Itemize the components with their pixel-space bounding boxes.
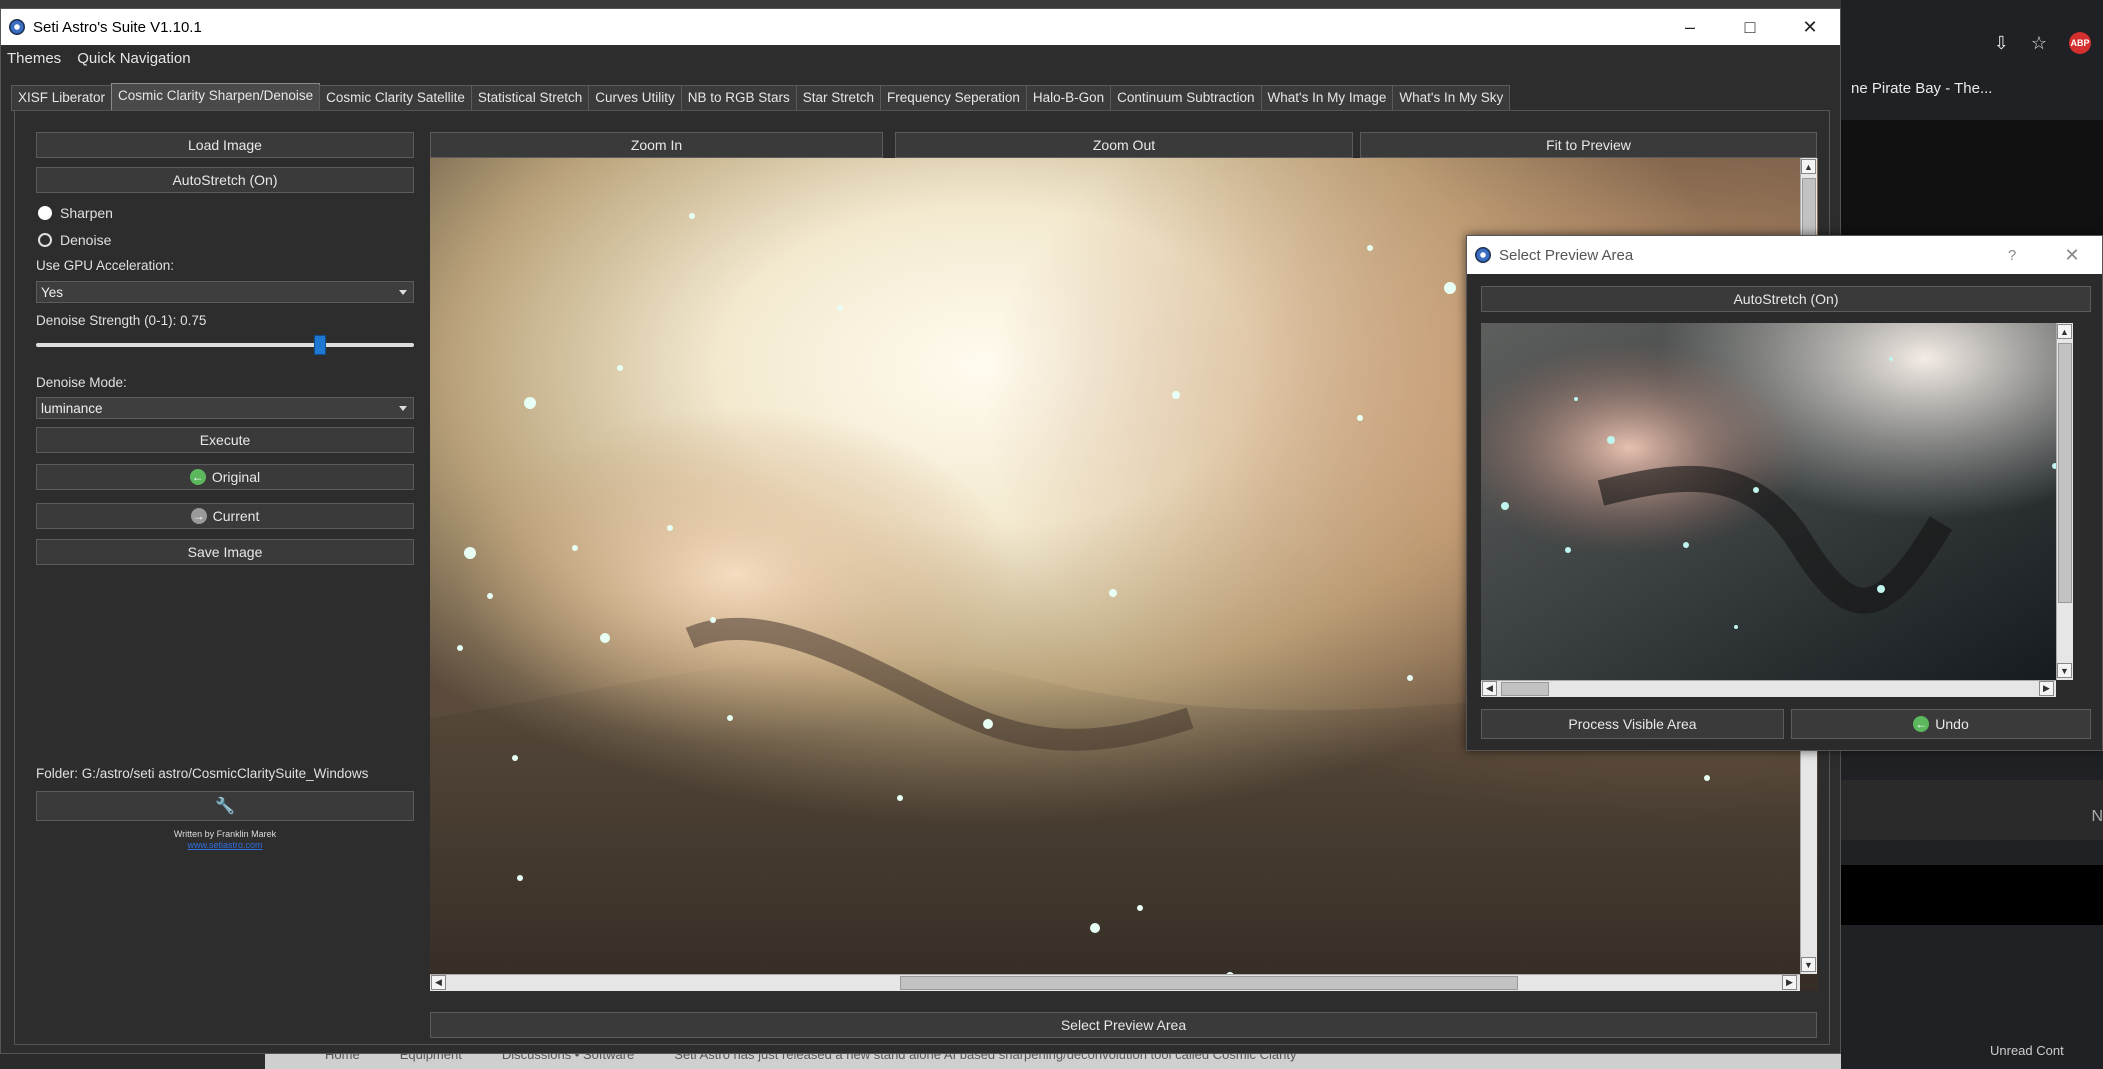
tab-cosmic-clarity-sharpen-denoise[interactable]: Cosmic Clarity Sharpen/Denoise — [111, 83, 321, 111]
bookmark-star-icon[interactable]: ☆ — [2031, 33, 2047, 54]
dialog-preview-view[interactable]: ▲ ▼ — [1481, 323, 2073, 680]
scroll-down-icon[interactable]: ▼ — [2057, 663, 2072, 678]
tab-continuum-subtraction[interactable]: Continuum Subtraction — [1110, 85, 1262, 111]
menu-quick-navigation[interactable]: Quick Navigation — [77, 50, 190, 67]
undo-label: Undo — [1935, 716, 1969, 732]
load-image-button[interactable]: Load Image — [36, 132, 414, 158]
tab-cosmic-clarity-satellite[interactable]: Cosmic Clarity Satellite — [319, 85, 472, 111]
adblock-icon[interactable]: ABP — [2069, 32, 2091, 54]
arrow-left-icon: ← — [189, 469, 206, 485]
chevron-down-icon — [399, 289, 407, 295]
original-button[interactable]: ← Original — [36, 464, 414, 490]
autostretch-button[interactable]: AutoStretch (On) — [36, 167, 414, 193]
scroll-left-icon[interactable]: ◀ — [431, 975, 446, 990]
tab-curves-utility[interactable]: Curves Utility — [588, 85, 682, 111]
browser-tab-title[interactable]: ne Pirate Bay - The... — [1851, 80, 1992, 97]
title-bar[interactable]: Seti Astro's Suite V1.10.1 – □ ✕ — [1, 9, 1840, 45]
tab-statistical-stretch[interactable]: Statistical Stretch — [470, 85, 590, 111]
scroll-left-icon[interactable]: ◀ — [1482, 681, 1497, 696]
help-icon[interactable]: ? — [1982, 247, 2042, 264]
browser-toolbar-icons: ⇩ ☆ ABP — [1994, 32, 2091, 54]
menu-bar: Themes Quick Navigation — [1, 45, 1840, 71]
browser-page-panel — [1841, 865, 2103, 925]
tab-whats-in-my-sky[interactable]: What's In My Sky — [1392, 85, 1511, 111]
current-button[interactable]: → Current — [36, 503, 414, 529]
wrench-button[interactable]: 🔧 — [36, 791, 414, 821]
folder-path: Folder: G:/astro/seti astro/CosmicClarit… — [36, 766, 369, 781]
chevron-down-icon — [399, 405, 407, 411]
scroll-thumb[interactable] — [2058, 343, 2072, 603]
tab-halo-b-gon[interactable]: Halo-B-Gon — [1025, 85, 1112, 111]
sharpen-radio[interactable]: Sharpen — [38, 205, 113, 221]
tab-frequency-seperation[interactable]: Frequency Seperation — [880, 85, 1027, 111]
execute-button[interactable]: Execute — [36, 427, 414, 453]
denoise-mode-select[interactable]: luminance — [36, 397, 414, 419]
dialog-horizontal-scrollbar[interactable]: ◀ ▶ — [1481, 680, 2056, 697]
close-icon[interactable]: ✕ — [1780, 17, 1840, 38]
wrench-icon: 🔧 — [215, 798, 235, 815]
dialog-autostretch-button[interactable]: AutoStretch (On) — [1481, 286, 2091, 312]
scroll-right-icon[interactable]: ▶ — [2039, 681, 2054, 696]
nebula-preview-image — [1481, 323, 2073, 680]
menu-themes[interactable]: Themes — [7, 50, 61, 67]
gpu-select[interactable]: Yes — [36, 281, 414, 303]
scroll-right-icon[interactable]: ▶ — [1782, 975, 1797, 990]
tab-bar: XISF Liberator Cosmic Clarity Sharpen/De… — [11, 83, 1511, 111]
radio-unchecked-icon — [38, 233, 52, 247]
denoise-strength-slider[interactable] — [36, 343, 414, 347]
background-browser-bar — [0, 0, 2103, 8]
unread-content-link[interactable]: Unread Cont — [1990, 1043, 2064, 1058]
denoise-mode-label: Denoise Mode: — [36, 375, 127, 390]
scroll-down-icon[interactable]: ▼ — [1801, 957, 1816, 972]
website-link-wrap: www.setiastro.com — [36, 840, 414, 850]
radio-checked-icon — [38, 206, 52, 220]
tab-xisf-liberator[interactable]: XISF Liberator — [11, 85, 113, 111]
dialog-title: Select Preview Area — [1499, 246, 1634, 264]
tab-nb-to-rgb-stars[interactable]: NB to RGB Stars — [680, 85, 797, 111]
select-preview-dialog: Select Preview Area ? ✕ AutoStretch (On) — [1466, 235, 2103, 751]
arrow-right-icon: → — [190, 508, 207, 524]
zoom-out-button[interactable]: Zoom Out — [895, 132, 1353, 158]
horizontal-scrollbar[interactable]: ◀ ▶ — [430, 974, 1800, 991]
scroll-up-icon[interactable]: ▲ — [2057, 324, 2072, 339]
scroll-up-icon[interactable]: ▲ — [1801, 159, 1816, 174]
slider-handle[interactable] — [313, 335, 326, 355]
scroll-thumb[interactable] — [1501, 682, 1549, 696]
tab-star-stretch[interactable]: Star Stretch — [795, 85, 882, 111]
close-icon[interactable]: ✕ — [2042, 245, 2102, 266]
original-label: Original — [211, 469, 261, 485]
denoise-radio[interactable]: Denoise — [38, 232, 111, 248]
app-logo-icon — [1475, 247, 1491, 263]
minimize-icon[interactable]: – — [1660, 17, 1720, 38]
undo-button[interactable]: ← Undo — [1791, 709, 2091, 739]
denoise-label: Denoise — [60, 232, 112, 248]
denoise-mode-value: luminance — [41, 400, 103, 416]
dialog-vertical-scrollbar[interactable]: ▲ ▼ — [2056, 323, 2073, 680]
current-label: Current — [212, 508, 260, 524]
gpu-label: Use GPU Acceleration: — [36, 258, 175, 273]
arrow-left-icon: ← — [1913, 716, 1930, 732]
app-logo-icon — [9, 19, 25, 35]
fit-to-preview-button[interactable]: Fit to Preview — [1360, 132, 1817, 158]
browser-page-panel — [1841, 780, 2103, 840]
zoom-in-button[interactable]: Zoom In — [430, 132, 883, 158]
select-preview-area-button[interactable]: Select Preview Area — [430, 1012, 1817, 1038]
gpu-select-value: Yes — [41, 284, 64, 300]
website-link[interactable]: www.setiastro.com — [187, 840, 262, 850]
window-title: Seti Astro's Suite V1.10.1 — [33, 18, 202, 36]
process-visible-area-button[interactable]: Process Visible Area — [1481, 709, 1784, 739]
scroll-thumb[interactable] — [900, 976, 1518, 990]
tab-whats-in-my-image[interactable]: What's In My Image — [1260, 85, 1394, 111]
browser-page-letter: N — [2091, 808, 2103, 825]
credit-text: Written by Franklin Marek — [173, 829, 277, 839]
denoise-strength-label: Denoise Strength (0-1): 0.75 — [36, 313, 207, 328]
save-image-button[interactable]: Save Image — [36, 539, 414, 565]
maximize-icon[interactable]: □ — [1720, 17, 1780, 38]
install-icon[interactable]: ⇩ — [1994, 33, 2009, 54]
dialog-title-bar[interactable]: Select Preview Area ? ✕ — [1467, 236, 2102, 274]
sharpen-label: Sharpen — [60, 205, 113, 221]
